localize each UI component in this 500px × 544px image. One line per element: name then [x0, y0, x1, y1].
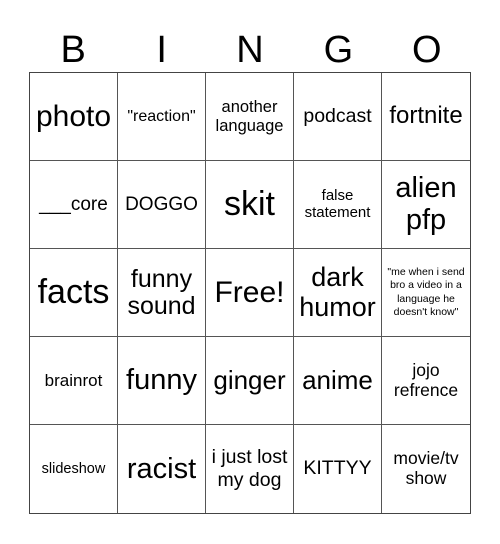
bingo-cell[interactable]: skit — [206, 161, 294, 249]
cell-text: "reaction" — [127, 107, 196, 125]
bingo-cell[interactable]: false statement — [294, 161, 382, 249]
cell-text: alien pfp — [395, 171, 457, 236]
cell-text: fortnite — [389, 102, 463, 130]
cell-text: i just lost my dog — [211, 445, 288, 491]
bingo-cell[interactable]: KITTYY — [294, 425, 382, 513]
cell-text: ___core — [39, 193, 108, 215]
cell-text: funny — [126, 364, 197, 397]
cell-text: slideshow — [41, 460, 106, 477]
bingo-cell[interactable]: funny — [118, 337, 206, 425]
cell-text: podcast — [303, 104, 372, 127]
cell-text: ginger — [213, 364, 286, 395]
bingo-cell[interactable]: ___core — [30, 161, 118, 249]
cell-text: brainrot — [44, 370, 103, 390]
cell-text: dark humor — [299, 261, 376, 322]
header-letter-b: B — [60, 29, 86, 71]
bingo-cell[interactable]: "reaction" — [118, 73, 206, 161]
bingo-grid: photo "reaction" another language podcas… — [29, 72, 471, 514]
bingo-cell[interactable]: i just lost my dog — [206, 425, 294, 513]
bingo-cell[interactable]: jojo refrence — [382, 337, 470, 425]
bingo-cell[interactable]: ginger — [206, 337, 294, 425]
cell-text: movie/tv show — [393, 448, 459, 488]
cell-text: false statement — [304, 186, 371, 221]
bingo-cell[interactable]: slideshow — [30, 425, 118, 513]
header-letter-o: O — [412, 29, 442, 71]
cell-text: facts — [37, 273, 110, 312]
bingo-cell[interactable]: funny sound — [118, 249, 206, 337]
cell-text: jojo refrence — [393, 359, 459, 400]
header-letter-n: N — [236, 29, 264, 71]
cell-text: funny sound — [127, 265, 196, 320]
bingo-header: B I N G O — [29, 28, 471, 72]
cell-text: racist — [126, 452, 197, 485]
cell-text: another language — [215, 98, 284, 135]
bingo-cell[interactable]: Free! — [206, 249, 294, 337]
bingo-cell[interactable]: podcast — [294, 73, 382, 161]
bingo-cell[interactable]: alien pfp — [382, 161, 470, 249]
bingo-cell[interactable]: DOGGO — [118, 161, 206, 249]
bingo-cell[interactable]: dark humor — [294, 249, 382, 337]
bingo-cell[interactable]: movie/tv show — [382, 425, 470, 513]
header-letter-g: G — [323, 29, 354, 71]
header-letter-i: I — [156, 29, 167, 71]
bingo-cell[interactable]: anime — [294, 337, 382, 425]
cell-text: KITTYY — [303, 457, 372, 480]
cell-text: Free! — [214, 275, 285, 309]
bingo-cell[interactable]: racist — [118, 425, 206, 513]
bingo-cell[interactable]: photo — [30, 73, 118, 161]
bingo-cell[interactable]: another language — [206, 73, 294, 161]
cell-text: "me when i send bro a video in a languag… — [387, 266, 465, 318]
cell-text: DOGGO — [125, 193, 198, 215]
bingo-cell[interactable]: brainrot — [30, 337, 118, 425]
cell-text: skit — [224, 185, 275, 224]
cell-text: anime — [302, 364, 373, 395]
bingo-cell[interactable]: facts — [30, 249, 118, 337]
bingo-cell[interactable]: "me when i send bro a video in a languag… — [382, 249, 470, 337]
cell-text: photo — [35, 99, 112, 133]
bingo-cell[interactable]: fortnite — [382, 73, 470, 161]
